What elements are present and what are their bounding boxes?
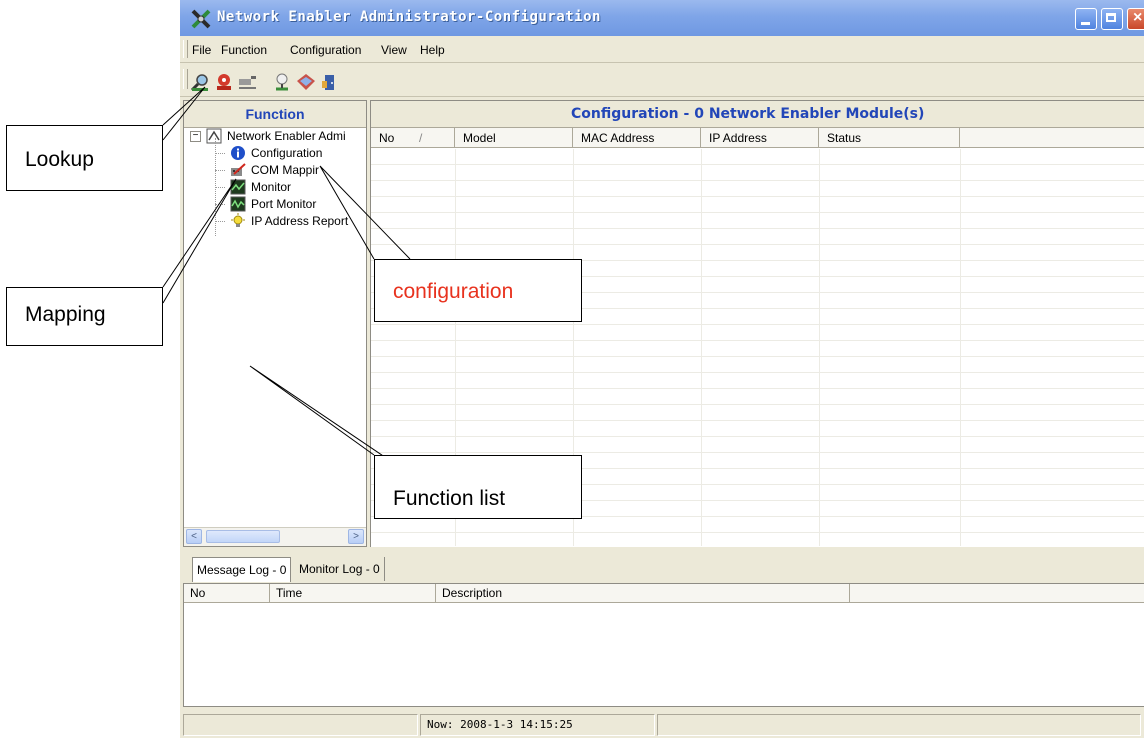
annotation-lines	[162, 86, 411, 471]
callout-mapping: Mapping	[6, 287, 163, 346]
callout-mapping-text: Mapping	[25, 303, 106, 326]
callout-configuration: configuration	[374, 259, 582, 322]
callout-lookup-text: Lookup	[25, 148, 94, 171]
callout-function-list: Function list	[374, 455, 582, 519]
callout-lookup: Lookup	[6, 125, 163, 191]
callout-function-list-text: Function list	[393, 487, 506, 510]
callout-configuration-text: configuration	[393, 280, 514, 303]
